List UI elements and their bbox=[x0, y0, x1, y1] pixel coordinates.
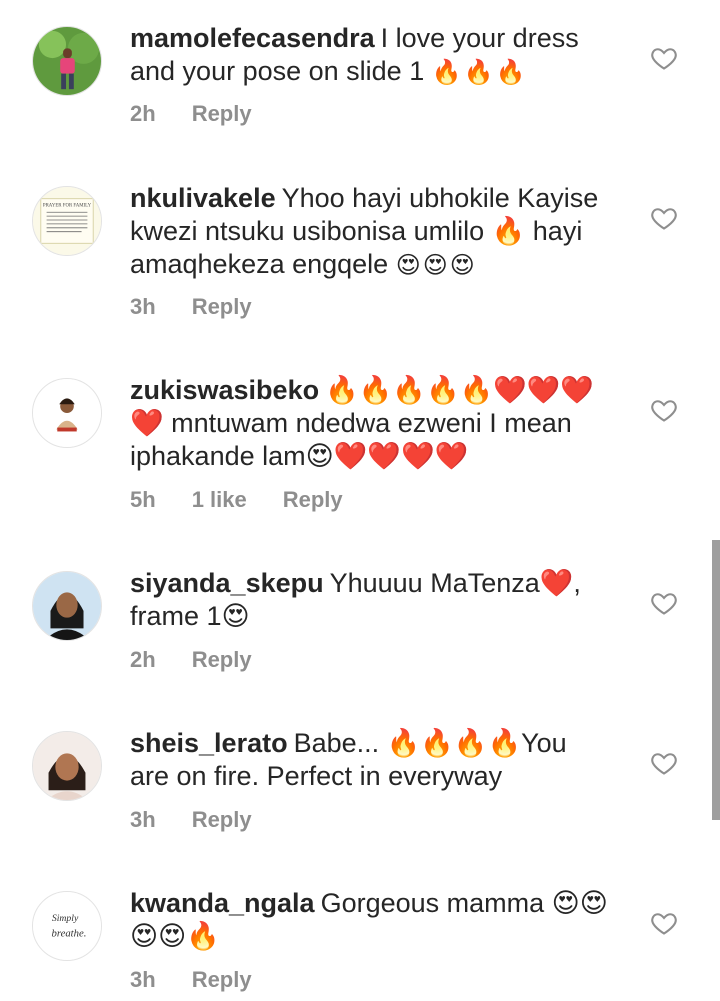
comment-emojis: 😍😍😍 bbox=[395, 252, 477, 279]
comment-time: 3h bbox=[130, 294, 156, 319]
comment-username[interactable]: siyanda_skepu bbox=[130, 568, 324, 598]
reply-button[interactable]: Reply bbox=[192, 294, 252, 320]
comment-like-count[interactable]: 1 like bbox=[192, 487, 247, 513]
like-heart-icon[interactable] bbox=[650, 909, 678, 937]
comment-meta: 3h Reply bbox=[130, 967, 288, 993]
comment-text: kwanda_ngala Gorgeous mamma 😍😍😍😍🔥 bbox=[130, 887, 610, 953]
comment-username[interactable]: sheis_lerato bbox=[130, 728, 288, 758]
like-heart-icon[interactable] bbox=[650, 589, 678, 617]
reply-button[interactable]: Reply bbox=[192, 807, 252, 833]
comment-text: sheis_lerato Babe... 🔥🔥🔥🔥You are on fire.… bbox=[130, 727, 610, 793]
comment-username[interactable]: kwanda_ngala bbox=[130, 888, 315, 918]
comment-time: 2h bbox=[130, 647, 156, 672]
comment-username[interactable]: zukiswasibeko bbox=[130, 375, 319, 405]
reply-button[interactable]: Reply bbox=[283, 487, 343, 513]
comment-meta: 2h Reply bbox=[130, 101, 288, 127]
comment-time: 5h bbox=[130, 487, 156, 512]
comment-text: nkulivakele Yhoo hayi ubhokile Kayise kwe… bbox=[130, 182, 610, 282]
reply-button[interactable]: Reply bbox=[192, 101, 252, 127]
comment-meta: 3h Reply bbox=[130, 294, 288, 320]
like-heart-icon[interactable] bbox=[650, 396, 678, 424]
like-heart-icon[interactable] bbox=[650, 749, 678, 777]
comment-time: 3h bbox=[130, 807, 156, 832]
comment-emojis: 🔥🔥🔥 bbox=[431, 59, 528, 86]
comment-meta: 3h Reply bbox=[130, 807, 288, 833]
comment-meta: 2h Reply bbox=[130, 647, 288, 673]
reply-button[interactable]: Reply bbox=[192, 647, 252, 673]
prayer-card-avatar[interactable]: PRAYER FOR FAMILY bbox=[32, 186, 102, 256]
comment-time: 3h bbox=[130, 967, 156, 992]
like-heart-icon[interactable] bbox=[650, 44, 678, 72]
woman-smiling-avatar[interactable] bbox=[32, 731, 102, 801]
scrollbar[interactable] bbox=[712, 540, 720, 820]
simply-breathe-avatar[interactable]: Simply breathe. bbox=[32, 891, 102, 961]
comment-text: mamolefecasendra I love your dress and yo… bbox=[130, 22, 610, 89]
comment-meta: 5h 1 like Reply bbox=[130, 487, 379, 513]
woman-in-garden-avatar[interactable] bbox=[32, 26, 102, 96]
like-heart-icon[interactable] bbox=[650, 204, 678, 232]
prayer-card-title: PRAYER FOR FAMILY bbox=[43, 203, 92, 208]
comment-text: siyanda_skepu Yhuuuu MaTenza❤️, frame 1😍 bbox=[130, 567, 610, 633]
comment-time: 2h bbox=[130, 101, 156, 126]
woman-portrait-avatar[interactable] bbox=[32, 378, 102, 448]
avatar-text-simply: Simply bbox=[52, 913, 79, 924]
comment-text: zukiswasibeko 🔥🔥🔥🔥🔥❤️❤️❤️❤️ mntuwam ndedw… bbox=[130, 374, 610, 473]
comment-username[interactable]: mamolefecasendra bbox=[130, 23, 375, 53]
woman-selfie-avatar[interactable] bbox=[32, 571, 102, 641]
reply-button[interactable]: Reply bbox=[192, 967, 252, 993]
comment-username[interactable]: nkulivakele bbox=[130, 183, 276, 213]
avatar-text-breathe: breathe. bbox=[52, 928, 87, 940]
